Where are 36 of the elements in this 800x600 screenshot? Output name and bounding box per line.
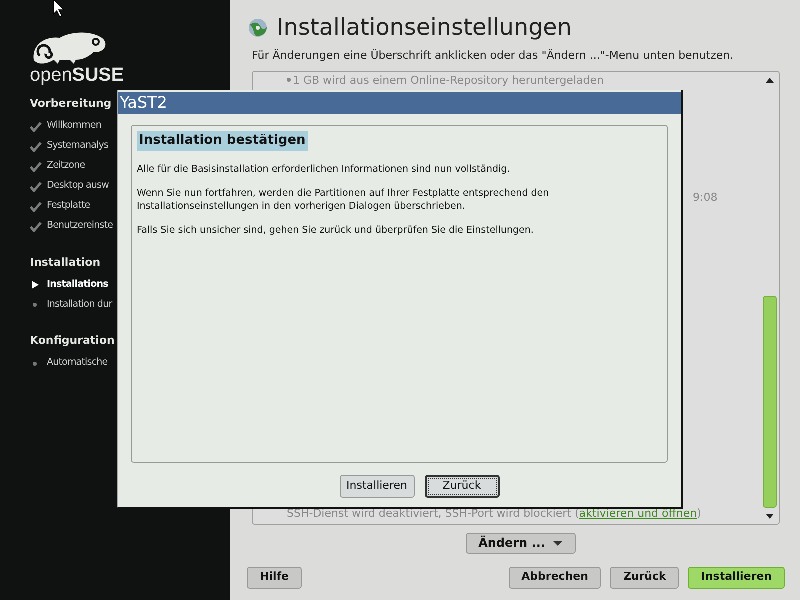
- scroll-down-icon: [766, 514, 774, 518]
- dialog-button[interactable]: Installieren: [340, 475, 414, 498]
- dialog-button[interactable]: Zurück: [424, 475, 500, 498]
- page-title: Installationseinstellungen: [277, 14, 572, 43]
- sidebar-item: Zeitzone: [47, 159, 86, 174]
- action-button[interactable]: Abbrechen: [508, 566, 602, 588]
- dialog-paragraph: Wenn Sie nun fortfahren, werden die Partitionen auf Ihrer Festplatte entsprechend den Installationseinstellungen in den vorherigen Dialogen überschrieben.: [137, 186, 550, 212]
- hint-text: Für Änderungen eine Überschrift anklicken oder das "Ändern ..."-Menu unten benutzen.: [252, 48, 734, 64]
- scroll-up-icon: [766, 78, 774, 82]
- section-heading: Installation: [30, 254, 101, 270]
- section-heading: Konfiguration: [30, 333, 115, 349]
- change-menu-button[interactable]: Ändern ...: [466, 532, 576, 554]
- dialog-heading: Installation bestätigen: [137, 131, 308, 150]
- action-button[interactable]: Installieren: [688, 566, 785, 588]
- dialog-title: YaST2: [120, 93, 168, 113]
- sidebar-item: Installations: [47, 278, 108, 292]
- sidebar-item: Systemanalys: [47, 139, 109, 154]
- summary-text: 9:08: [693, 190, 718, 206]
- sidebar-item: Willkommen: [47, 119, 102, 134]
- sidebar-item: Benutzereinste: [47, 219, 114, 234]
- caret-icon: [553, 540, 564, 546]
- bullet-icon: [287, 78, 291, 82]
- action-button[interactable]: Hilfe: [247, 566, 302, 588]
- sidebar-item: Festplatte: [47, 199, 90, 214]
- sidebar-item: Desktop ausw: [47, 179, 109, 194]
- mouse-pointer-icon: [53, 0, 65, 17]
- summary-line: SSH-Dienst wird deaktiviert, SSH-Port wird blockiert (aktivieren und öffnen): [287, 506, 702, 522]
- sidebar-item: Automatische: [47, 356, 108, 370]
- summary-line: 1 GB wird aus einem Online-Repository heruntergeladen: [287, 72, 604, 89]
- action-button[interactable]: Zurück: [610, 566, 680, 588]
- disc-globe-icon: [247, 17, 269, 39]
- logo-text: openSUSE: [30, 66, 124, 86]
- dialog-paragraph: Falls Sie sich unsicher sind, gehen Sie zurück und überprüfen Sie die Einstellungen.: [137, 224, 535, 236]
- sidebar-item: Installation dur: [47, 298, 112, 312]
- dialog-paragraph: Alle für die Basisinstallation erforderlichen Informationen sind nun vollständig.: [137, 162, 512, 176]
- section-heading: Vorbereitung: [30, 96, 112, 112]
